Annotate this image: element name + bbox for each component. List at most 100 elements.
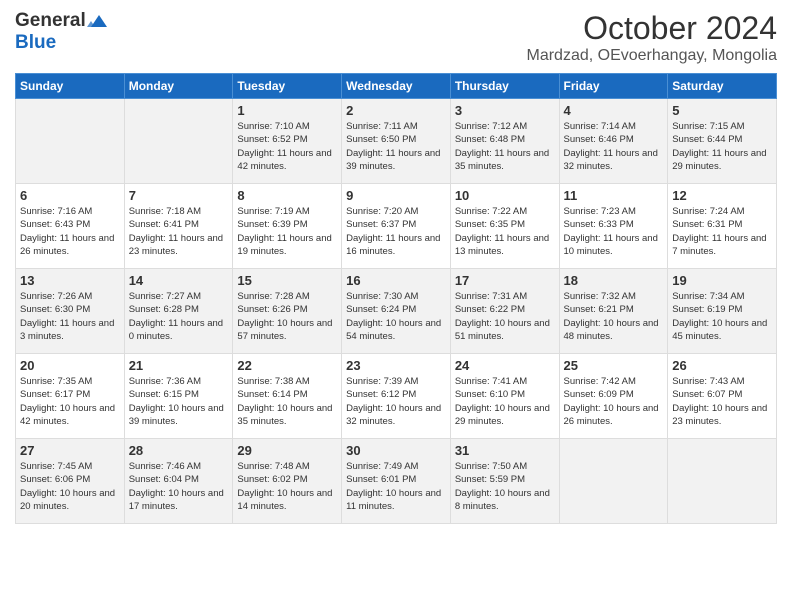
- day-number: 11: [564, 188, 664, 203]
- calendar-cell: 15 Sunrise: 7:28 AM Sunset: 6:26 PM Dayli…: [233, 269, 342, 354]
- day-number: 23: [346, 358, 446, 373]
- calendar-cell: 12Sunrise: 7:24 AM Sunset: 6:31 PM Dayli…: [668, 184, 777, 269]
- calendar-week-row: 1Sunrise: 7:10 AM Sunset: 6:52 PM Daylig…: [16, 99, 777, 184]
- calendar-cell: [559, 439, 668, 524]
- title-area: October 2024 Mardzad, OEvoerhangay, Mong…: [526, 10, 777, 65]
- calendar-cell: [668, 439, 777, 524]
- calendar-cell: 30 Sunrise: 7:49 AM Sunset: 6:01 PM Dayli…: [342, 439, 451, 524]
- day-number: 14: [129, 273, 229, 288]
- calendar-cell: 17 Sunrise: 7:31 AM Sunset: 6:22 PM Dayli…: [450, 269, 559, 354]
- calendar-cell: 11 Sunrise: 7:23 AM Sunset: 6:33 PM Dayli…: [559, 184, 668, 269]
- day-info: Sunrise: 7:10 AM Sunset: 6:52 PM Dayligh…: [237, 120, 337, 173]
- weekday-header-tuesday: Tuesday: [233, 74, 342, 99]
- day-number: 31: [455, 443, 555, 458]
- calendar-cell: 24 Sunrise: 7:41 AM Sunset: 6:10 PM Dayli…: [450, 354, 559, 439]
- day-info: Sunrise: 7:24 AM Sunset: 6:31 PM Dayligh…: [672, 205, 772, 258]
- calendar-cell: 10Sunrise: 7:22 AM Sunset: 6:35 PM Dayli…: [450, 184, 559, 269]
- weekday-header-row: SundayMondayTuesdayWednesdayThursdayFrid…: [16, 74, 777, 99]
- day-number: 10: [455, 188, 555, 203]
- calendar-cell: 16Sunrise: 7:30 AM Sunset: 6:24 PM Dayli…: [342, 269, 451, 354]
- day-number: 21: [129, 358, 229, 373]
- calendar-week-row: 27Sunrise: 7:45 AM Sunset: 6:06 PM Dayli…: [16, 439, 777, 524]
- day-number: 15: [237, 273, 337, 288]
- day-info: Sunrise: 7:42 AM Sunset: 6:09 PM Dayligh…: [564, 375, 664, 428]
- day-info: Sunrise: 7:28 AM Sunset: 6:26 PM Dayligh…: [237, 290, 337, 343]
- day-info: Sunrise: 7:19 AM Sunset: 6:39 PM Dayligh…: [237, 205, 337, 258]
- calendar-cell: 8 Sunrise: 7:19 AM Sunset: 6:39 PM Daylig…: [233, 184, 342, 269]
- day-info: Sunrise: 7:38 AM Sunset: 6:14 PM Dayligh…: [237, 375, 337, 428]
- day-number: 16: [346, 273, 446, 288]
- day-info: Sunrise: 7:27 AM Sunset: 6:28 PM Dayligh…: [129, 290, 229, 343]
- calendar-cell: 4 Sunrise: 7:14 AM Sunset: 6:46 PM Daylig…: [559, 99, 668, 184]
- day-info: Sunrise: 7:31 AM Sunset: 6:22 PM Dayligh…: [455, 290, 555, 343]
- day-number: 3: [455, 103, 555, 118]
- calendar-week-row: 20 Sunrise: 7:35 AM Sunset: 6:17 PM Dayli…: [16, 354, 777, 439]
- day-info: Sunrise: 7:20 AM Sunset: 6:37 PM Dayligh…: [346, 205, 446, 258]
- calendar-cell: 26 Sunrise: 7:43 AM Sunset: 6:07 PM Dayli…: [668, 354, 777, 439]
- day-number: 4: [564, 103, 664, 118]
- day-info: Sunrise: 7:45 AM Sunset: 6:06 PM Dayligh…: [20, 460, 120, 513]
- day-info: Sunrise: 7:15 AM Sunset: 6:44 PM Dayligh…: [672, 120, 772, 173]
- calendar-table: SundayMondayTuesdayWednesdayThursdayFrid…: [15, 73, 777, 524]
- weekday-header-friday: Friday: [559, 74, 668, 99]
- calendar-cell: 19Sunrise: 7:34 AM Sunset: 6:19 PM Dayli…: [668, 269, 777, 354]
- day-info: Sunrise: 7:32 AM Sunset: 6:21 PM Dayligh…: [564, 290, 664, 343]
- day-number: 22: [237, 358, 337, 373]
- day-number: 5: [672, 103, 772, 118]
- calendar-cell: [124, 99, 233, 184]
- calendar-cell: 2 Sunrise: 7:11 AM Sunset: 6:50 PM Daylig…: [342, 99, 451, 184]
- weekday-header-thursday: Thursday: [450, 74, 559, 99]
- day-info: Sunrise: 7:18 AM Sunset: 6:41 PM Dayligh…: [129, 205, 229, 258]
- page-header: General Blue October 2024 Mardzad, OEvoe…: [15, 10, 777, 65]
- day-number: 8: [237, 188, 337, 203]
- calendar-cell: 3 Sunrise: 7:12 AM Sunset: 6:48 PM Daylig…: [450, 99, 559, 184]
- calendar-cell: 1Sunrise: 7:10 AM Sunset: 6:52 PM Daylig…: [233, 99, 342, 184]
- calendar-cell: 14 Sunrise: 7:27 AM Sunset: 6:28 PM Dayli…: [124, 269, 233, 354]
- calendar-cell: [16, 99, 125, 184]
- calendar-cell: 22 Sunrise: 7:38 AM Sunset: 6:14 PM Dayli…: [233, 354, 342, 439]
- day-number: 26: [672, 358, 772, 373]
- day-number: 9: [346, 188, 446, 203]
- day-number: 19: [672, 273, 772, 288]
- calendar-cell: 18 Sunrise: 7:32 AM Sunset: 6:21 PM Dayli…: [559, 269, 668, 354]
- day-info: Sunrise: 7:49 AM Sunset: 6:01 PM Dayligh…: [346, 460, 446, 513]
- day-number: 29: [237, 443, 337, 458]
- calendar-week-row: 13 Sunrise: 7:26 AM Sunset: 6:30 PM Dayli…: [16, 269, 777, 354]
- weekday-header-saturday: Saturday: [668, 74, 777, 99]
- logo: General Blue: [15, 10, 108, 54]
- day-number: 25: [564, 358, 664, 373]
- day-number: 13: [20, 273, 120, 288]
- calendar-cell: 27Sunrise: 7:45 AM Sunset: 6:06 PM Dayli…: [16, 439, 125, 524]
- calendar-cell: 21 Sunrise: 7:36 AM Sunset: 6:15 PM Dayli…: [124, 354, 233, 439]
- calendar-cell: 28Sunrise: 7:46 AM Sunset: 6:04 PM Dayli…: [124, 439, 233, 524]
- day-info: Sunrise: 7:35 AM Sunset: 6:17 PM Dayligh…: [20, 375, 120, 428]
- location-subtitle: Mardzad, OEvoerhangay, Mongolia: [526, 47, 777, 65]
- weekday-header-monday: Monday: [124, 74, 233, 99]
- calendar-cell: 7Sunrise: 7:18 AM Sunset: 6:41 PM Daylig…: [124, 184, 233, 269]
- day-info: Sunrise: 7:23 AM Sunset: 6:33 PM Dayligh…: [564, 205, 664, 258]
- day-number: 20: [20, 358, 120, 373]
- day-info: Sunrise: 7:11 AM Sunset: 6:50 PM Dayligh…: [346, 120, 446, 173]
- day-number: 17: [455, 273, 555, 288]
- day-info: Sunrise: 7:26 AM Sunset: 6:30 PM Dayligh…: [20, 290, 120, 343]
- logo-blue: Blue: [15, 32, 56, 54]
- calendar-cell: 6Sunrise: 7:16 AM Sunset: 6:43 PM Daylig…: [16, 184, 125, 269]
- day-info: Sunrise: 7:14 AM Sunset: 6:46 PM Dayligh…: [564, 120, 664, 173]
- day-number: 30: [346, 443, 446, 458]
- weekday-header-wednesday: Wednesday: [342, 74, 451, 99]
- calendar-week-row: 6Sunrise: 7:16 AM Sunset: 6:43 PM Daylig…: [16, 184, 777, 269]
- calendar-cell: 13 Sunrise: 7:26 AM Sunset: 6:30 PM Dayli…: [16, 269, 125, 354]
- calendar-cell: 5 Sunrise: 7:15 AM Sunset: 6:44 PM Daylig…: [668, 99, 777, 184]
- calendar-cell: 25 Sunrise: 7:42 AM Sunset: 6:09 PM Dayli…: [559, 354, 668, 439]
- day-info: Sunrise: 7:41 AM Sunset: 6:10 PM Dayligh…: [455, 375, 555, 428]
- day-number: 2: [346, 103, 446, 118]
- day-number: 24: [455, 358, 555, 373]
- day-number: 18: [564, 273, 664, 288]
- day-info: Sunrise: 7:12 AM Sunset: 6:48 PM Dayligh…: [455, 120, 555, 173]
- logo-general: General: [15, 10, 86, 32]
- day-number: 28: [129, 443, 229, 458]
- day-info: Sunrise: 7:36 AM Sunset: 6:15 PM Dayligh…: [129, 375, 229, 428]
- calendar-cell: 29Sunrise: 7:48 AM Sunset: 6:02 PM Dayli…: [233, 439, 342, 524]
- day-info: Sunrise: 7:43 AM Sunset: 6:07 PM Dayligh…: [672, 375, 772, 428]
- day-info: Sunrise: 7:50 AM Sunset: 5:59 PM Dayligh…: [455, 460, 555, 513]
